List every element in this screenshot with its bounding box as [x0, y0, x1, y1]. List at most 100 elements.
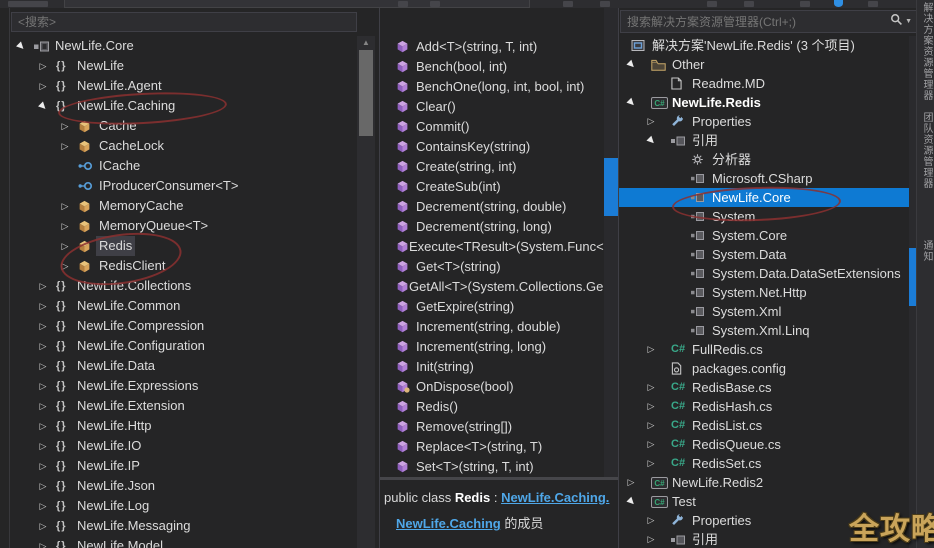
scroll-up-icon[interactable]: ▲ — [357, 38, 375, 47]
solution-item-packages-config[interactable]: packages.config — [619, 359, 909, 378]
search-icon[interactable] — [890, 13, 903, 31]
member-item-get-t-string-[interactable]: Get<T>(string) — [380, 256, 604, 276]
expander-collapsed-icon[interactable]: ▷ — [36, 516, 50, 536]
member-item-remove-string-[interactable]: Remove(string[]) — [380, 416, 604, 436]
base-type-link[interactable]: NewLife.Caching. — [501, 490, 609, 505]
search-options-dropdown-icon[interactable]: ▼ — [905, 18, 912, 25]
solution-item-redislist-cs[interactable]: ▷C#RedisList.cs — [619, 416, 909, 435]
member-item-increment-string-double-[interactable]: Increment(string, double) — [380, 316, 604, 336]
member-item-benchone-long-int-bool-int-[interactable]: BenchOne(long, int, bool, int) — [380, 76, 604, 96]
expander-collapsed-icon[interactable]: ▷ — [36, 396, 50, 416]
class-view-item-newlife-compression[interactable]: ▷{}NewLife.Compression — [0, 316, 356, 336]
expander-collapsed-icon[interactable]: ▷ — [644, 454, 658, 473]
side-tab-0[interactable]: 解决方案资源管理器 — [919, 2, 934, 101]
expander-collapsed-icon[interactable]: ▷ — [644, 530, 658, 548]
class-view-item-memoryqueue-t-[interactable]: ▷MemoryQueue<T> — [0, 216, 356, 236]
solution-item--[interactable]: 分析器 — [619, 150, 909, 169]
member-item-ondispose-bool-[interactable]: OnDispose(bool) — [380, 376, 604, 396]
expander-collapsed-icon[interactable]: ▷ — [36, 536, 50, 548]
solution-item-other[interactable]: ▶Other — [619, 55, 909, 74]
toolbar-combobox-remnant[interactable] — [64, 0, 530, 8]
class-view-item-newlife-http[interactable]: ▷{}NewLife.Http — [0, 416, 356, 436]
member-item-decrement-string-long-[interactable]: Decrement(string, long) — [380, 216, 604, 236]
solution-item-system-xml[interactable]: System.Xml — [619, 302, 909, 321]
member-item-replace-t-string-t-[interactable]: Replace<T>(string, T) — [380, 436, 604, 456]
member-item-redis-[interactable]: Redis() — [380, 396, 604, 416]
class-view-item-newlife[interactable]: ▷{}NewLife — [0, 56, 356, 76]
solution-item-system-data-datasetextensions[interactable]: System.Data.DataSetExtensions — [619, 264, 909, 283]
member-item-decrement-string-double-[interactable]: Decrement(string, double) — [380, 196, 604, 216]
class-view-item-newlife-expressions[interactable]: ▷{}NewLife.Expressions — [0, 376, 356, 396]
member-item-set-t-string-t-int-[interactable]: Set<T>(string, T, int) — [380, 456, 604, 476]
class-view-item-newlife-messaging[interactable]: ▷{}NewLife.Messaging — [0, 516, 356, 536]
solution-item-system[interactable]: System — [619, 207, 909, 226]
solution-item-redishash-cs[interactable]: ▷C#RedisHash.cs — [619, 397, 909, 416]
expander-collapsed-icon[interactable]: ▷ — [36, 376, 50, 396]
expander-collapsed-icon[interactable]: ▷ — [36, 76, 50, 96]
member-item-bench-bool-int-[interactable]: Bench(bool, int) — [380, 56, 604, 76]
solution-item-system-net-http[interactable]: System.Net.Http — [619, 283, 909, 302]
toolbar-icon-stub[interactable] — [600, 1, 610, 7]
solution-item-redisbase-cs[interactable]: ▷C#RedisBase.cs — [619, 378, 909, 397]
expander-collapsed-icon[interactable]: ▷ — [36, 416, 50, 436]
member-item-getall-t-system-collections-gene[interactable]: GetAll<T>(System.Collections.Gene — [380, 276, 604, 296]
member-item-createsub-int-[interactable]: CreateSub(int) — [380, 176, 604, 196]
class-view-item-iproducerconsumer-t-[interactable]: IProducerConsumer<T> — [0, 176, 356, 196]
class-view-item-newlife-model[interactable]: ▷{}NewLife.Model — [0, 536, 356, 548]
typename-search-input[interactable] — [12, 13, 356, 31]
solution-item-system-data[interactable]: System.Data — [619, 245, 909, 264]
class-view-item-cachelock[interactable]: ▷CacheLock — [0, 136, 356, 156]
expander-collapsed-icon[interactable]: ▷ — [36, 56, 50, 76]
expander-expanded-icon[interactable]: ▶ — [624, 93, 638, 112]
member-item-containskey-string-[interactable]: ContainsKey(string) — [380, 136, 604, 156]
class-view-item-memorycache[interactable]: ▷MemoryCache — [0, 196, 356, 216]
toolbar-icon-stub[interactable] — [563, 1, 573, 7]
class-view-item-cache[interactable]: ▷Cache — [0, 116, 356, 136]
toolbar-icon-stub[interactable] — [744, 1, 754, 7]
expander-expanded-icon[interactable]: ▶ — [36, 96, 50, 116]
class-view-item-newlife-data[interactable]: ▷{}NewLife.Data — [0, 356, 356, 376]
expander-collapsed-icon[interactable]: ▷ — [58, 116, 72, 136]
member-item-increment-string-long-[interactable]: Increment(string, long) — [380, 336, 604, 356]
namespace-link[interactable]: NewLife.Caching — [396, 516, 501, 531]
solution-item--[interactable]: ▶引用 — [619, 131, 909, 150]
solution-item-system-core[interactable]: System.Core — [619, 226, 909, 245]
expander-collapsed-icon[interactable]: ▷ — [644, 435, 658, 454]
class-view-item-newlife-json[interactable]: ▷{}NewLife.Json — [0, 476, 356, 496]
toolbar-icon-stub[interactable] — [800, 1, 810, 7]
toolbar-sync-icon[interactable] — [834, 0, 843, 7]
solution-item-microsoft-csharp[interactable]: Microsoft.CSharp — [619, 169, 909, 188]
expander-collapsed-icon[interactable]: ▷ — [644, 397, 658, 416]
class-view-item-newlife-collections[interactable]: ▷{}NewLife.Collections — [0, 276, 356, 296]
toolbar-icon-stub[interactable] — [398, 1, 408, 7]
solution-item-newlife-redis2[interactable]: ▷C#NewLife.Redis2 — [619, 473, 909, 492]
solution-item-properties[interactable]: ▷Properties — [619, 112, 909, 131]
expander-expanded-icon[interactable]: ▶ — [644, 131, 658, 150]
left-scrollbar-thumb[interactable] — [359, 50, 373, 136]
expander-collapsed-icon[interactable]: ▷ — [644, 340, 658, 359]
expander-collapsed-icon[interactable]: ▷ — [36, 356, 50, 376]
expander-collapsed-icon[interactable]: ▷ — [644, 416, 658, 435]
class-view-item-newlife-configuration[interactable]: ▷{}NewLife.Configuration — [0, 336, 356, 356]
member-item-create-string-int-[interactable]: Create(string, int) — [380, 156, 604, 176]
expander-collapsed-icon[interactable]: ▷ — [644, 511, 658, 530]
expander-expanded-icon[interactable]: ▶ — [624, 492, 638, 511]
expander-expanded-icon[interactable]: ▶ — [14, 36, 28, 56]
toolbar-icon-stub[interactable] — [430, 1, 440, 7]
member-item-getexpire-string-[interactable]: GetExpire(string) — [380, 296, 604, 316]
expander-collapsed-icon[interactable]: ▷ — [36, 336, 50, 356]
class-view-item-redisclient[interactable]: ▷RedisClient — [0, 256, 356, 276]
expander-collapsed-icon[interactable]: ▷ — [58, 196, 72, 216]
solution-item-newlife-redis[interactable]: ▶C#NewLife.Redis — [619, 93, 909, 112]
expander-collapsed-icon[interactable]: ▷ — [58, 216, 72, 236]
solution-item-redisset-cs[interactable]: ▷C#RedisSet.cs — [619, 454, 909, 473]
toolbar-icon-stub[interactable] — [8, 1, 48, 7]
member-list-scrollbar-thumb[interactable] — [604, 158, 618, 216]
member-item-execute-tresult-system-func-n[interactable]: Execute<TResult>(System.Func<N — [380, 236, 604, 256]
expander-collapsed-icon[interactable]: ▷ — [36, 296, 50, 316]
class-view-item-newlife-log[interactable]: ▷{}NewLife.Log — [0, 496, 356, 516]
class-view-item-newlife-io[interactable]: ▷{}NewLife.IO — [0, 436, 356, 456]
expander-collapsed-icon[interactable]: ▷ — [36, 476, 50, 496]
expander-collapsed-icon[interactable]: ▷ — [58, 136, 72, 156]
class-view-item-newlife-core[interactable]: ▶NewLife.Core — [0, 36, 356, 56]
